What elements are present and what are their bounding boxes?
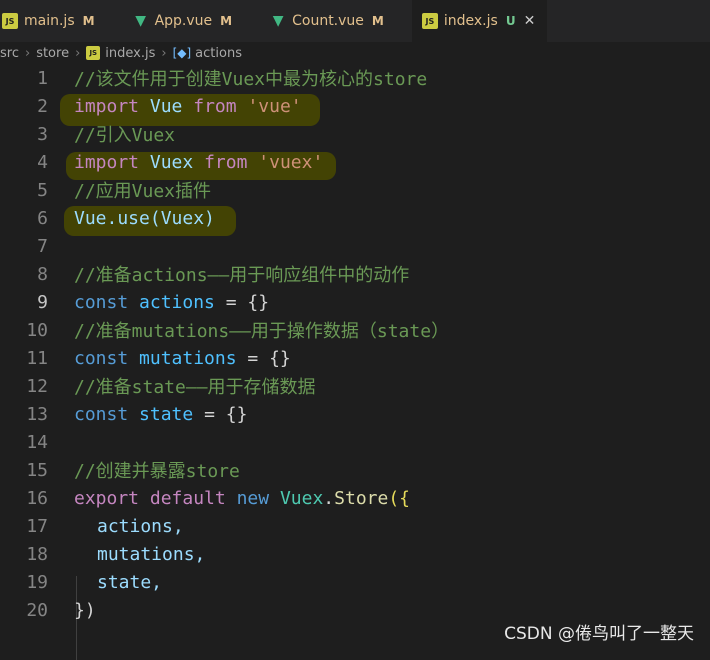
code-line: 6 Vue.use(Vuex) (0, 204, 710, 232)
close-icon[interactable]: ✕ (524, 13, 536, 29)
code-comment: //该文件用于创建Vuex中最为核心的store (74, 69, 428, 90)
code-line: 10 //准备mutations——用于操作数据（state） (0, 316, 710, 344)
code-text: state, (97, 571, 163, 593)
tab-label: index.js (443, 13, 498, 29)
breadcrumb-file[interactable]: index.js (105, 46, 155, 61)
line-number: 9 (37, 291, 48, 313)
code-line: 12 //准备state——用于存储数据 (0, 372, 710, 400)
line-number: 13 (26, 403, 48, 425)
line-number: 2 (37, 95, 48, 117)
code-comment: //引入Vuex (74, 125, 176, 146)
line-number: 7 (37, 235, 48, 257)
vue-file-icon: ▼ (272, 13, 284, 29)
editor-tab-bar: JS main.js M ▼ App.vue M ▼ Count.vue M J… (0, 0, 710, 42)
line-number: 12 (26, 375, 48, 397)
line-number: 15 (26, 459, 48, 481)
tab-app-vue[interactable]: ▼ App.vue M (107, 0, 245, 42)
code-line: 17 actions, (0, 512, 710, 540)
code-line: 13 const state = {} (0, 400, 710, 428)
code-comment: //创建并暴露store (74, 461, 240, 482)
code-line: 14 (0, 428, 710, 456)
line-number: 11 (26, 347, 48, 369)
code-text: Vue.use(Vuex) (74, 207, 215, 229)
line-number: 14 (26, 431, 48, 453)
code-line: 5 //应用Vuex插件 (0, 176, 710, 204)
line-number: 18 (26, 543, 48, 565)
line-number: 19 (26, 571, 48, 593)
breadcrumb-store[interactable]: store (36, 46, 69, 61)
code-line: 4 import Vuex from 'vuex' (0, 148, 710, 176)
tab-label: App.vue (154, 13, 213, 29)
line-number: 6 (37, 207, 48, 229)
line-number: 3 (37, 123, 48, 145)
line-number: 4 (37, 151, 48, 173)
symbol-variable-icon: [◆] (172, 46, 192, 60)
code-line: 3 //引入Vuex (0, 120, 710, 148)
line-number: 16 (26, 487, 48, 509)
code-line: 11 const mutations = {} (0, 344, 710, 372)
js-file-icon: JS (421, 13, 438, 29)
tab-index-js[interactable]: JS index.js U ✕ (411, 0, 548, 42)
modified-badge: M (371, 14, 384, 28)
untracked-badge: U (505, 14, 516, 28)
code-text: import Vue from 'vue' (74, 95, 302, 117)
code-line: 19 state, (0, 568, 710, 596)
watermark: CSDN @倦鸟叫了一整天 (504, 624, 694, 644)
code-line: 8 //准备actions——用于响应组件中的动作 (0, 260, 710, 288)
code-text: const actions = {} (74, 291, 270, 313)
chevron-right-icon: › (24, 45, 31, 61)
line-number: 20 (26, 599, 48, 621)
code-text: import Vuex from 'vuex' (74, 151, 324, 173)
chevron-right-icon: › (161, 45, 167, 61)
modified-badge: M (82, 14, 95, 28)
code-line: 1 //该文件用于创建Vuex中最为核心的store (0, 64, 710, 92)
code-comment: //准备state——用于存储数据 (74, 377, 316, 398)
code-text: actions, (97, 515, 184, 537)
code-line: 15 //创建并暴露store (0, 456, 710, 484)
code-line: 7 (0, 232, 710, 260)
js-file-icon: JS (2, 13, 18, 29)
code-comment: //准备actions——用于响应组件中的动作 (74, 265, 410, 286)
tab-label: main.js (24, 13, 75, 29)
code-line: 16 export default new Vuex.Store({ (0, 484, 710, 512)
tab-main-js[interactable]: JS main.js M (0, 0, 107, 42)
breadcrumb: src › store › JS index.js › [◆] actions (0, 42, 710, 64)
code-text: }) (74, 599, 96, 621)
code-text: export default new Vuex.Store({ (74, 487, 411, 509)
chevron-right-icon: › (75, 45, 81, 61)
vue-file-icon: ▼ (135, 13, 146, 29)
code-comment: //应用Vuex插件 (74, 181, 212, 202)
code-line: 18 mutations, (0, 540, 710, 568)
breadcrumb-src[interactable]: src (0, 46, 19, 61)
line-number: 8 (37, 263, 48, 285)
tab-label: Count.vue (292, 13, 364, 29)
line-number: 17 (26, 515, 48, 537)
code-line: 2 import Vue from 'vue' (0, 92, 710, 120)
code-text: mutations, (97, 543, 206, 565)
code-text: const mutations = {} (74, 347, 291, 369)
code-editor[interactable]: 1 //该文件用于创建Vuex中最为核心的store 2 import Vue … (0, 64, 710, 660)
line-number: 1 (37, 67, 48, 89)
modified-badge: M (220, 14, 233, 28)
line-number: 5 (37, 179, 48, 201)
js-file-icon: JS (86, 46, 101, 60)
breadcrumb-symbol[interactable]: actions (195, 46, 242, 61)
code-text: const state = {} (74, 403, 248, 425)
line-number: 10 (26, 319, 48, 341)
code-line: 9 const actions = {} (0, 288, 710, 316)
tab-count-vue[interactable]: ▼ Count.vue M (244, 0, 396, 42)
code-comment: //准备mutations——用于操作数据（state） (74, 321, 450, 342)
